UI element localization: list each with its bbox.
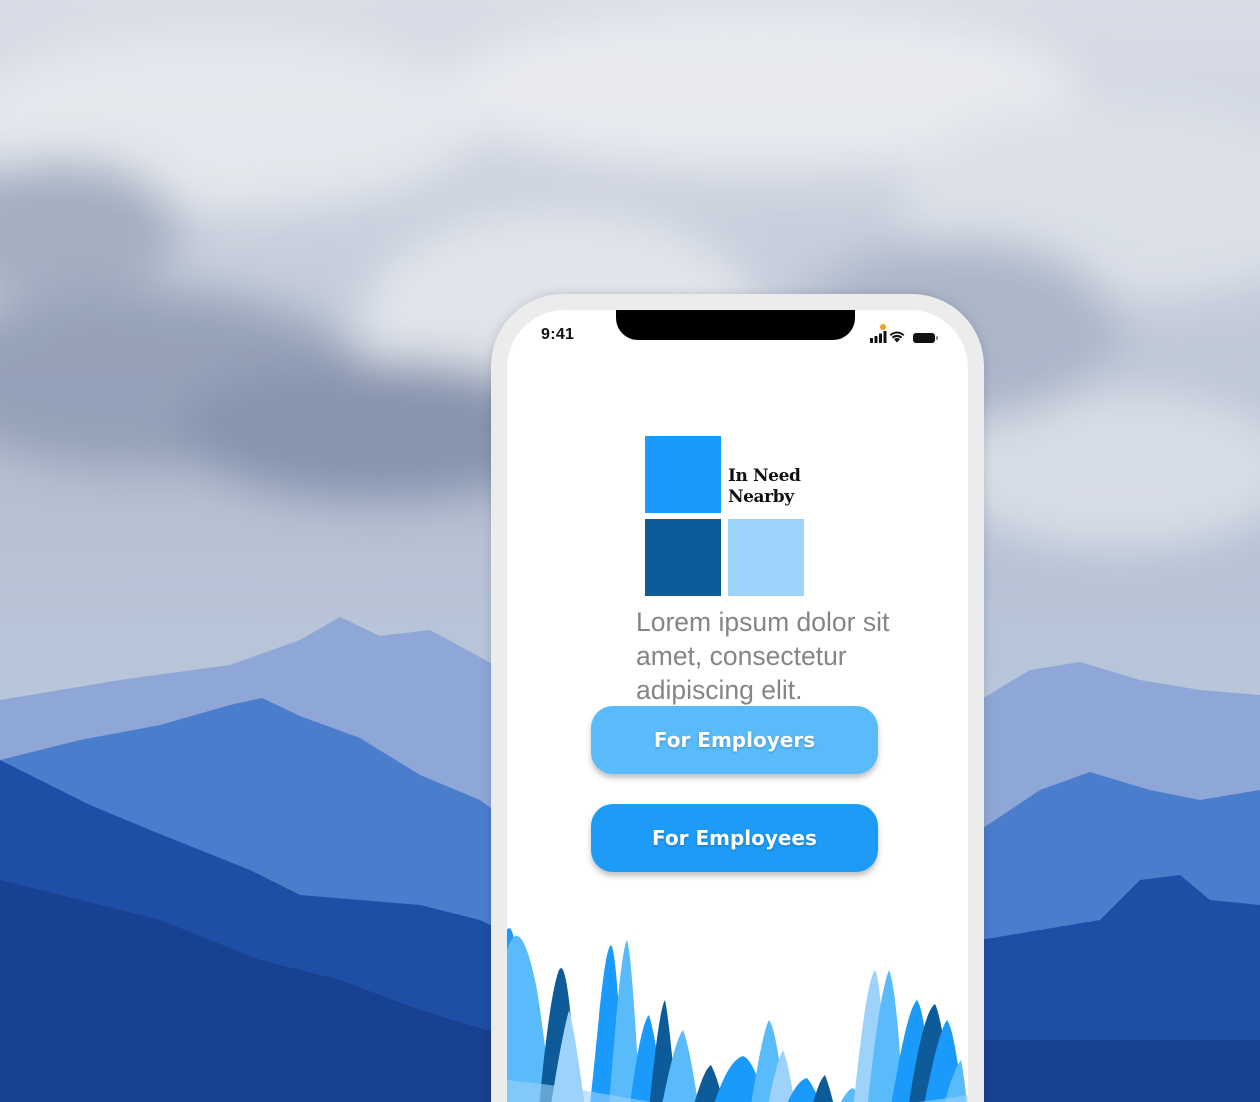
- phone-screen: 9:41 In Need Nearby Lorem ipsum dolor si…: [507, 310, 968, 1102]
- phone-notch: [616, 310, 855, 340]
- logo-square-dark: [645, 519, 721, 596]
- app-logo: In Need Nearby: [645, 436, 815, 596]
- logo-square-blue: [645, 436, 721, 513]
- status-time: 9:41: [541, 326, 575, 343]
- decorative-waves: [507, 928, 968, 1102]
- logo-wordmark: In Need Nearby: [728, 466, 818, 508]
- wifi-icon: [889, 331, 905, 343]
- status-icons: [870, 324, 950, 346]
- privacy-indicator-icon: [880, 324, 886, 330]
- signal-icon: [870, 331, 887, 343]
- phone-frame: 9:41 In Need Nearby Lorem ipsum dolor si…: [491, 294, 984, 1102]
- logo-line-2: Nearby: [728, 487, 794, 507]
- battery-icon: [913, 333, 938, 343]
- logo-line-1: In Need: [728, 466, 801, 486]
- for-employees-button[interactable]: For Employees: [591, 804, 878, 872]
- logo-square-light: [728, 519, 804, 596]
- for-employers-button[interactable]: For Employers: [591, 706, 878, 774]
- tagline: Lorem ipsum dolor sit amet, consectetur …: [636, 607, 890, 705]
